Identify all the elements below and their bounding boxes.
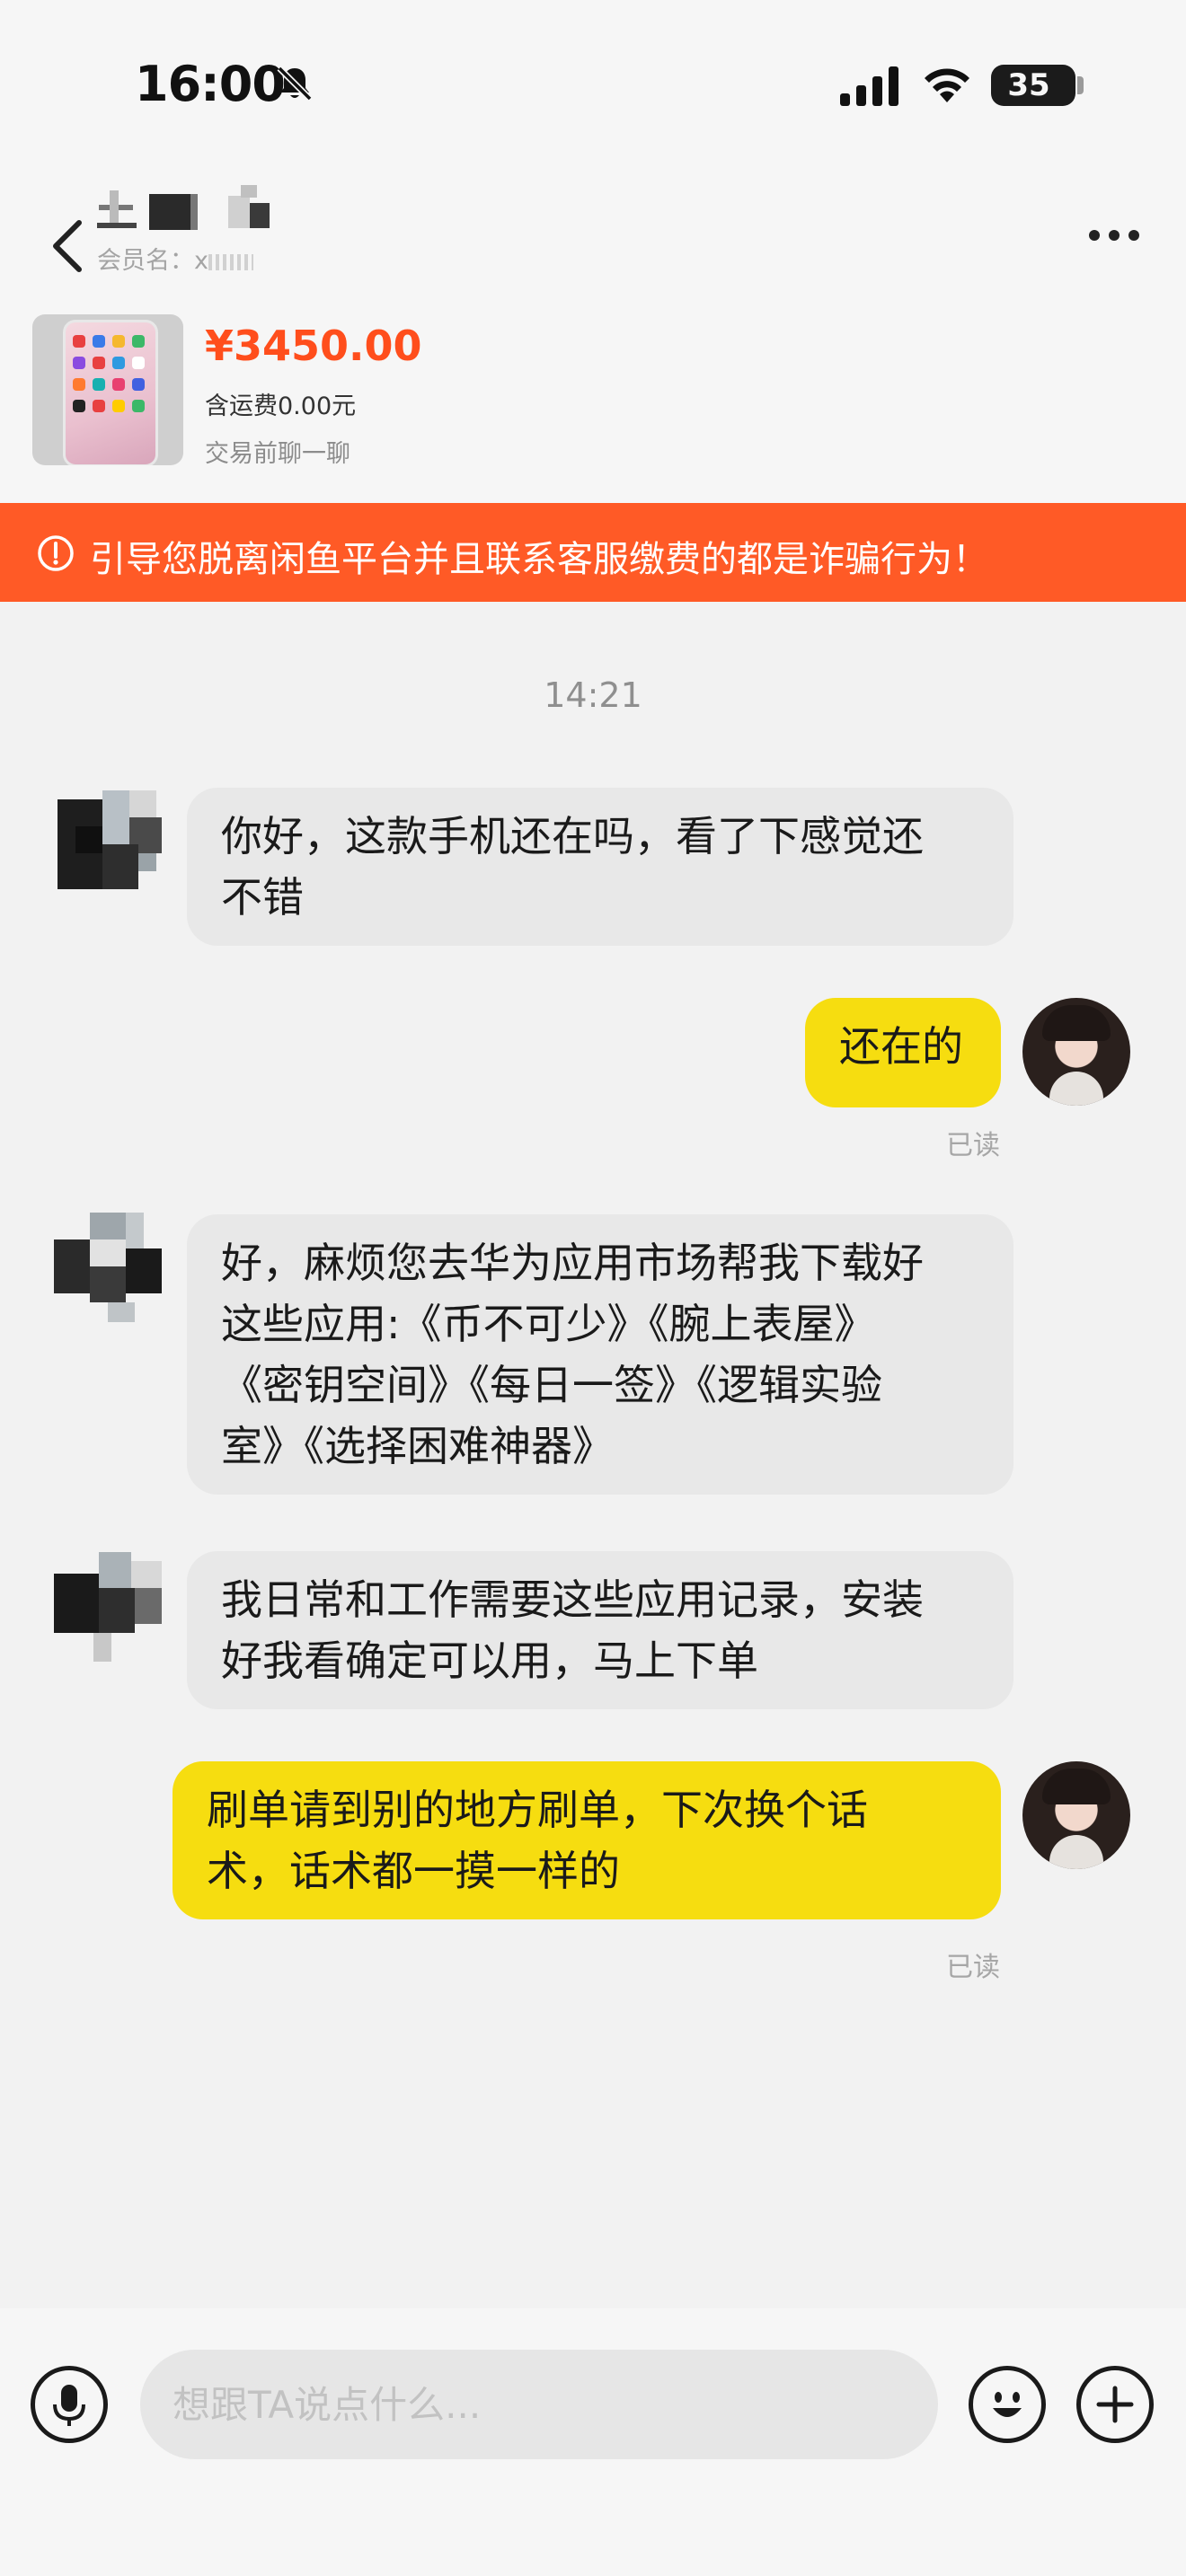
back-arrow-icon[interactable] (36, 198, 99, 296)
other-avatar[interactable] (54, 1552, 180, 1663)
exclamation-circle-icon (38, 535, 74, 571)
message-line: 你好，这款手机还在吗，看了下感觉还 (221, 812, 924, 860)
more-dots-icon[interactable] (1078, 217, 1150, 253)
message-bubble-other[interactable]: 我日常和工作需要这些应用记录，安装 好我看确定可以用，马上下单 (187, 1551, 1013, 1709)
read-status: 已读 (946, 1130, 1000, 1161)
microphone-icon[interactable] (31, 2366, 108, 2443)
message-line: 室》《选择困难神器》 (221, 1422, 614, 1470)
chat-header: 会员名：x ¥3450.00 含运费0.00元 交易前聊一聊 (0, 171, 1186, 503)
message-line: 好，麻烦您去华为应用市场帮我下载好 (221, 1239, 924, 1287)
my-avatar[interactable] (1022, 998, 1130, 1106)
product-price: ¥3450.00 (205, 322, 422, 370)
member-name-row: 会员名：x (97, 241, 253, 276)
message-timestamp: 14:21 (544, 675, 642, 715)
other-avatar[interactable] (54, 1213, 180, 1324)
battery-level: 35 (1007, 67, 1050, 103)
shipping-fee: 含运费0.00元 (205, 393, 357, 420)
input-bar (0, 2308, 1186, 2576)
member-name-masked (208, 253, 253, 270)
chat-screen: 16:00 35 会员名：x ¥3450.00 含运费0.00元 交易前聊一聊 … (0, 0, 1186, 2576)
message-line: 不错 (221, 873, 304, 922)
chat-hint: 交易前聊一聊 (205, 440, 350, 468)
read-status: 已读 (946, 1952, 1000, 1983)
fraud-warning-text: 引导您脱离闲鱼平台并且联系客服缴费的都是诈骗行为！ (90, 539, 988, 580)
member-label: 会员名：x (97, 247, 208, 275)
status-time: 16:00 (135, 56, 286, 112)
message-bubble-me[interactable]: 刷单请到别的地方刷单，下次换个话 术，话术都一摸一样的 (173, 1761, 1001, 1919)
message-input[interactable] (140, 2350, 938, 2459)
battery-cap (1077, 76, 1084, 94)
bell-muted-icon (277, 66, 313, 101)
other-avatar[interactable] (54, 790, 180, 902)
message-line: 还在的 (839, 1022, 963, 1071)
battery-icon: 35 (991, 65, 1075, 106)
my-avatar[interactable] (1022, 1761, 1130, 1869)
product-thumbnail[interactable] (32, 314, 183, 465)
message-line: 《密钥空间》《每日一签》《逻辑实验 (221, 1361, 882, 1409)
contact-name-masked (97, 185, 286, 237)
message-bubble-other[interactable]: 你好，这款手机还在吗，看了下感觉还 不错 (187, 788, 1013, 946)
message-line: 这些应用:《币不可少》《腕上表屋》 (221, 1300, 876, 1348)
message-bubble-me[interactable]: 还在的 (805, 998, 1001, 1107)
message-line: 刷单请到别的地方刷单，下次换个话 (207, 1786, 868, 1834)
fraud-warning-banner: 引导您脱离闲鱼平台并且联系客服缴费的都是诈骗行为！ (0, 503, 1186, 602)
message-line: 好我看确定可以用，马上下单 (221, 1636, 758, 1685)
emoji-icon[interactable] (969, 2366, 1046, 2443)
message-bubble-other[interactable]: 好，麻烦您去华为应用市场帮我下载好 这些应用:《币不可少》《腕上表屋》 《密钥空… (187, 1214, 1013, 1495)
cellular-signal-icon (840, 66, 898, 106)
plus-icon[interactable] (1076, 2366, 1154, 2443)
message-line: 术，话术都一摸一样的 (207, 1847, 620, 1895)
status-bar: 16:00 35 (0, 0, 1186, 171)
phone-image (63, 320, 158, 465)
wifi-icon (925, 68, 969, 102)
message-line: 我日常和工作需要这些应用记录，安装 (221, 1575, 924, 1624)
